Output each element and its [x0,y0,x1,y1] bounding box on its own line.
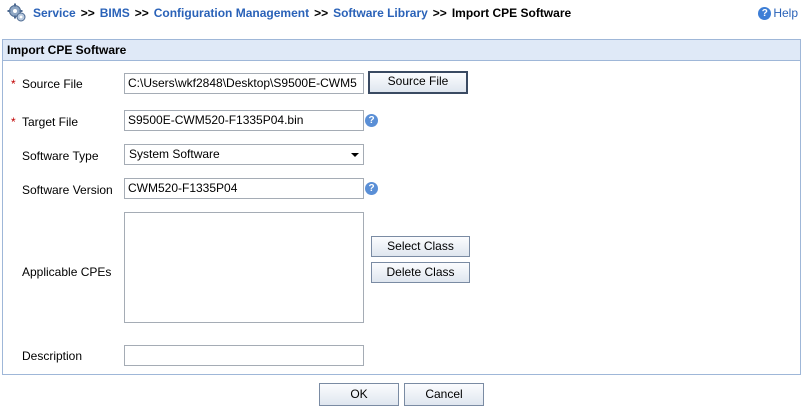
ok-button[interactable]: OK [319,383,399,406]
service-gear-icon [7,3,26,22]
breadcrumb-software-library-link[interactable]: Software Library [333,6,428,20]
software-type-select[interactable]: System Software [124,144,364,165]
required-marker: * [11,115,16,129]
import-cpe-software-panel: Import CPE Software * Source File C:\Use… [2,39,801,375]
source-file-label: Source File [22,77,83,91]
software-type-label: Software Type [22,149,99,163]
breadcrumb: Service >> BIMS >> Configuration Management >… [33,6,571,20]
software-version-label: Software Version [22,183,113,197]
target-file-label: Target File [22,115,79,129]
help-label: Help [773,6,798,20]
source-file-browse-button[interactable]: Source File [368,71,468,94]
panel-title: Import CPE Software [3,40,800,61]
chevron-down-icon [351,153,359,157]
select-class-button[interactable]: Select Class [371,236,470,257]
target-file-question-icon[interactable]: ? [365,114,378,127]
description-label: Description [22,349,83,363]
breadcrumb-separator: >> [432,6,447,20]
software-version-question-icon[interactable]: ? [365,182,378,195]
software-type-selected-value: System Software [129,147,220,161]
breadcrumb-separator: >> [80,6,95,20]
breadcrumb-separator: >> [134,6,149,20]
breadcrumb-separator: >> [314,6,329,20]
target-file-input[interactable]: S9500E-CWM520-F1335P04.bin [124,110,364,131]
source-file-input[interactable]: C:\Users\wkf2848\Desktop\S9500E-CWM5 [124,73,364,94]
description-input[interactable] [124,345,364,366]
cancel-button[interactable]: Cancel [404,383,484,406]
software-version-input[interactable]: CWM520-F1335P04 [124,178,364,199]
breadcrumb-bims-link[interactable]: BIMS [100,6,130,20]
applicable-cpes-label: Applicable CPEs [22,265,112,279]
required-marker: * [11,77,16,91]
breadcrumb-bar: Service >> BIMS >> Configuration Management >… [0,0,802,27]
help-icon: ? [758,6,772,20]
breadcrumb-service-link[interactable]: Service [33,6,76,20]
help-link[interactable]: ? Help [758,6,798,20]
breadcrumb-current-page: Import CPE Software [451,6,572,20]
breadcrumb-configuration-management-link[interactable]: Configuration Management [154,6,309,20]
applicable-cpes-listbox[interactable] [124,212,364,323]
delete-class-button[interactable]: Delete Class [371,262,470,283]
